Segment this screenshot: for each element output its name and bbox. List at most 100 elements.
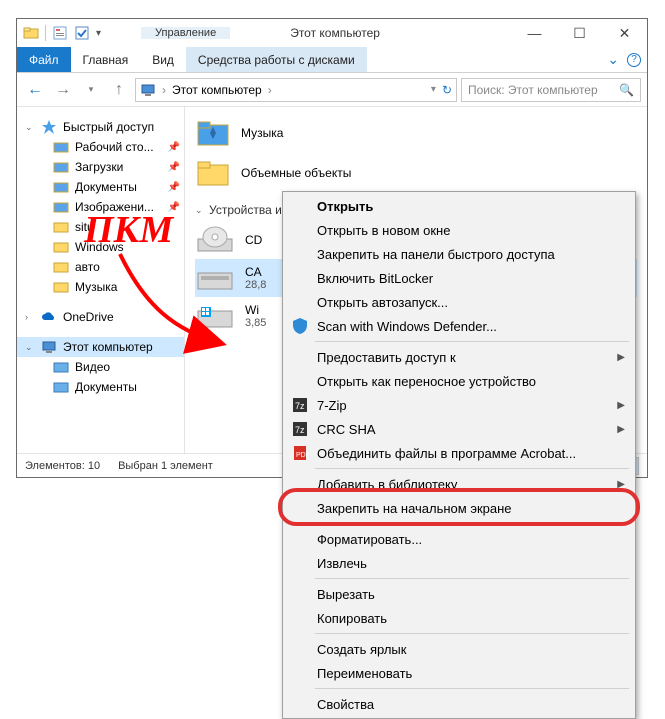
search-input[interactable]: Поиск: Этот компьютер 🔍 <box>461 78 641 102</box>
folder-icon <box>23 25 39 41</box>
pc-icon <box>41 339 57 355</box>
sidebar-item[interactable]: Загрузки📌 <box>17 157 184 177</box>
menu-item[interactable]: Открыть автозапуск... <box>285 290 633 314</box>
sidebar-item-label: Этот компьютер <box>63 340 153 354</box>
sidebar-onedrive[interactable]: › OneDrive <box>17 307 184 327</box>
quick-access-toolbar: ▾ <box>17 25 101 41</box>
forward-button[interactable]: → <box>51 78 75 102</box>
pin-icon: 📌 <box>168 182 180 193</box>
menu-item[interactable]: Извлечь <box>285 551 633 575</box>
sidebar-item[interactable]: Музыка <box>17 277 184 297</box>
menu-item[interactable]: Закрепить на начальном экране <box>285 496 633 520</box>
folder-item[interactable]: Объемные объекты <box>195 153 637 193</box>
submenu-arrow-icon: ▶ <box>617 352 625 363</box>
menu-item-label: Открыть как переносное устройство <box>317 374 536 389</box>
menu-item[interactable]: 7z7-Zip▶ <box>285 393 633 417</box>
menu-item-label: Добавить в библиотеку <box>317 477 457 492</box>
menu-item[interactable]: Открыть <box>285 194 633 218</box>
menu-item-label: 7-Zip <box>317 398 347 413</box>
menu-item[interactable]: Открыть как переносное устройство <box>285 369 633 393</box>
svg-text:7z: 7z <box>295 401 305 411</box>
tab-file[interactable]: Файл <box>17 47 71 72</box>
refresh-icon[interactable]: ↻ <box>442 83 452 97</box>
menu-item[interactable]: 7zCRC SHA▶ <box>285 417 633 441</box>
folder-icon <box>53 379 69 395</box>
sidebar-item-label: Документы <box>75 180 137 194</box>
close-button[interactable]: ✕ <box>602 19 647 47</box>
sidebar-item-label: Рабочий сто... <box>75 140 154 154</box>
menu-item[interactable]: Копировать <box>285 606 633 630</box>
folder-icon <box>53 239 69 255</box>
menu-item[interactable]: Вырезать <box>285 582 633 606</box>
maximize-button[interactable]: ☐ <box>557 19 602 47</box>
submenu-arrow-icon: ▶ <box>617 479 625 490</box>
menu-item-label: Переименовать <box>317 666 412 681</box>
menu-item[interactable]: Форматировать... <box>285 527 633 551</box>
folder-icon <box>195 155 231 191</box>
menu-item[interactable]: PDF Объединить файлы в программе Acrobat.… <box>285 441 633 465</box>
folder-label: Объемные объекты <box>241 166 351 180</box>
pc-icon <box>140 82 156 98</box>
recent-dropdown-icon[interactable]: ▾ <box>79 78 103 102</box>
sidebar-item-label: Видео <box>75 360 110 374</box>
qat-dropdown-icon[interactable]: ▾ <box>96 28 101 39</box>
menu-item[interactable]: Добавить в библиотеку ▶ <box>285 472 633 496</box>
properties-icon[interactable] <box>52 25 68 41</box>
folder-item[interactable]: Музыка <box>195 113 637 153</box>
contextual-tab-label: Управление <box>141 27 230 39</box>
sidebar-item[interactable]: Рабочий сто... 📌 <box>17 137 184 157</box>
sidebar-item[interactable]: Документы 📌 <box>17 177 184 197</box>
svg-text:PDF: PDF <box>296 452 309 459</box>
drive-label: Wi <box>245 303 266 317</box>
back-button[interactable]: ← <box>23 78 47 102</box>
menu-item-label: Открыть автозапуск... <box>317 295 448 310</box>
menu-item[interactable]: Переименовать <box>285 661 633 685</box>
annotation-text: ПКМ <box>84 208 173 252</box>
sidebar-item[interactable]: Видео <box>17 357 184 377</box>
star-icon <box>41 119 57 135</box>
status-selected: Выбран 1 элемент <box>118 460 213 472</box>
tab-drive-tools[interactable]: Средства работы с дисками <box>186 47 367 72</box>
sidebar-item-label: Быстрый доступ <box>63 120 154 134</box>
cloud-icon <box>41 309 57 325</box>
7zip-icon: 7z <box>291 420 309 438</box>
help-icon[interactable]: ? <box>627 53 641 67</box>
shield-icon <box>291 317 309 335</box>
folder-icon <box>53 279 69 295</box>
sidebar-item[interactable]: авто <box>17 257 184 277</box>
menu-item[interactable]: Создать ярлык <box>285 637 633 661</box>
menu-item[interactable]: Включить BitLocker <box>285 266 633 290</box>
menu-item[interactable]: Свойства <box>285 692 633 716</box>
ribbon-expand-icon[interactable]: ⌄ <box>607 51 619 68</box>
menu-item-label: Объединить файлы в программе Acrobat... <box>317 446 576 461</box>
tab-view[interactable]: Вид <box>140 47 186 72</box>
pin-icon: 📌 <box>168 142 180 153</box>
folder-icon <box>53 179 69 195</box>
menu-separator <box>315 523 629 524</box>
up-button[interactable]: ↑ <box>107 78 131 102</box>
tab-home[interactable]: Главная <box>71 47 141 72</box>
search-icon[interactable]: 🔍 <box>619 83 634 97</box>
window-title: Этот компьютер <box>230 26 512 40</box>
menu-separator <box>315 468 629 469</box>
navigation-pane: ⌄ Быстрый доступ Рабочий сто... 📌 Загрузки… <box>17 107 185 453</box>
menu-item[interactable]: Scan with Windows Defender... <box>285 314 633 338</box>
address-bar[interactable]: › Этот компьютер › ▾ ↻ <box>135 78 457 102</box>
pdf-icon: PDF <box>291 444 309 462</box>
sidebar-item[interactable]: Документы <box>17 377 184 397</box>
checkbox-icon[interactable] <box>74 25 90 41</box>
address-dropdown-icon[interactable]: ▾ <box>431 84 436 95</box>
menu-item[interactable]: Закрепить на панели быстрого доступа <box>285 242 633 266</box>
folder-icon <box>53 359 69 375</box>
breadcrumb-root[interactable]: Этот компьютер <box>172 83 262 97</box>
minimize-button[interactable]: — <box>512 19 557 47</box>
menu-item[interactable]: Предоставить доступ к▶ <box>285 345 633 369</box>
menu-item-label: Вырезать <box>317 587 375 602</box>
menu-item-label: Копировать <box>317 611 387 626</box>
ribbon: Файл Главная Поделиться Вид Средства раб… <box>17 47 647 73</box>
sidebar-quick-access[interactable]: ⌄ Быстрый доступ <box>17 117 184 137</box>
breadcrumb-sep[interactable]: › <box>268 83 272 97</box>
menu-item-label: Извлечь <box>317 556 367 571</box>
sidebar-this-pc[interactable]: ⌄ Этот компьютер <box>17 337 184 357</box>
menu-item[interactable]: Открыть в новом окне <box>285 218 633 242</box>
